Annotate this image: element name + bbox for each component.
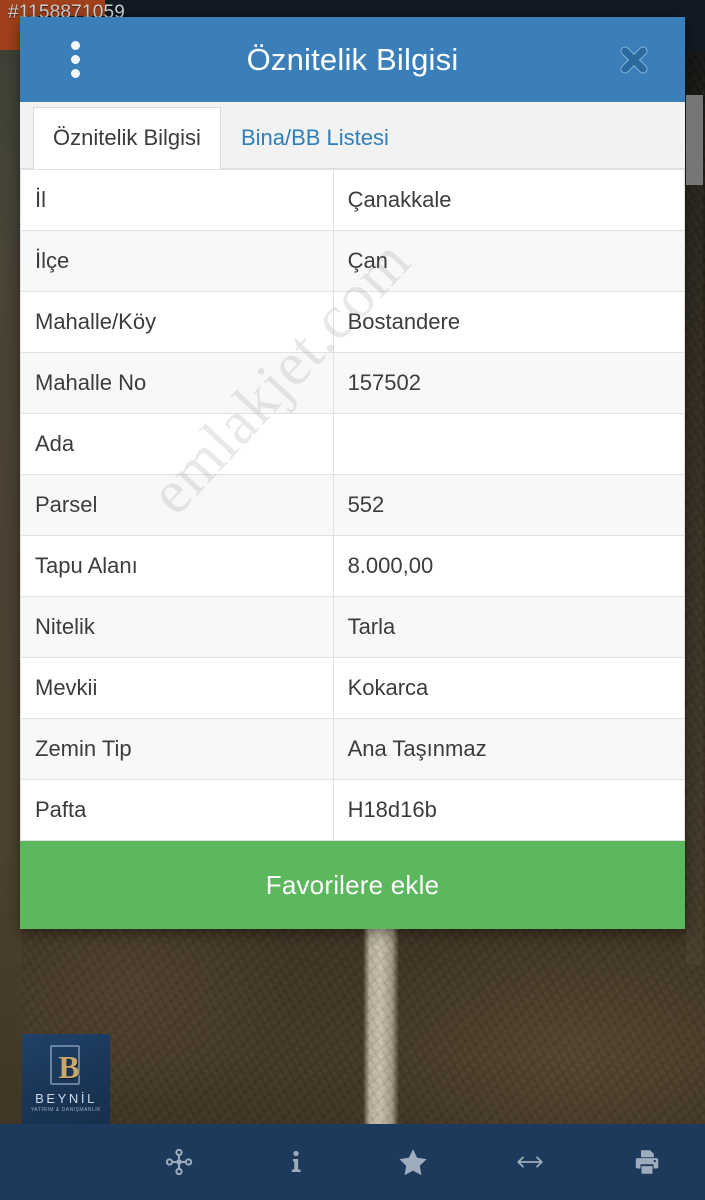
table-row: Tapu Alanı 8.000,00 (20, 535, 686, 597)
table-row: Mevkii Kokarca (20, 657, 686, 719)
row-label: Mahalle No (20, 352, 334, 414)
row-label: İl (20, 169, 334, 231)
dialog-scrollbar[interactable] (686, 95, 703, 965)
bottom-toolbar (0, 1124, 705, 1200)
star-icon[interactable] (354, 1124, 471, 1200)
tab-label: Bina/BB Listesi (240, 124, 389, 150)
measure-distance-icon[interactable] (471, 1124, 588, 1200)
row-label: Mahalle/Köy (20, 291, 334, 353)
dialog-header: Öznitelik Bilgisi (20, 17, 685, 102)
tab-bina-bb-listesi[interactable]: Bina/BB Listesi (221, 106, 409, 168)
table-row: Mahalle No 157502 (20, 352, 686, 414)
app-root: #1158871059 Öznitelik Bilgisi Öznitelik … (0, 0, 705, 1200)
table-row: Parsel 552 (20, 474, 686, 536)
table-row: Ada (20, 413, 686, 475)
add-to-favorites-button[interactable]: Favorilere ekle (20, 841, 685, 929)
brand-logo: B BEYNİL YATIRIM & DANIŞMANLIK (22, 1034, 110, 1124)
tab-label: Öznitelik Bilgisi (53, 125, 201, 150)
dialog-title: Öznitelik Bilgisi (246, 41, 459, 77)
row-value: Çan (332, 230, 686, 292)
attribute-table: İl Çanakkale İlçe Çan Mahalle/Köy Bostan… (20, 169, 686, 841)
info-icon[interactable] (237, 1124, 354, 1200)
table-row: Nitelik Tarla (20, 596, 686, 658)
brand-mark-icon: B (44, 1043, 88, 1089)
row-value: Ana Taşınmaz (332, 718, 686, 780)
brand-tagline: YATIRIM & DANIŞMANLIK (30, 1106, 102, 1113)
row-label: İlçe (20, 230, 334, 292)
row-value: 8.000,00 (332, 535, 686, 597)
row-label: Zemin Tip (20, 718, 334, 780)
toolbar-button-group (120, 1124, 705, 1200)
row-value: Kokarca (332, 657, 686, 719)
row-value: Çanakkale (332, 169, 686, 231)
row-value: Bostandere (332, 291, 686, 353)
crosshair-locate-icon[interactable] (120, 1124, 237, 1200)
row-value (332, 413, 686, 475)
print-icon[interactable] (588, 1124, 705, 1200)
row-label: Nitelik (20, 596, 334, 658)
row-value: H18d16b (332, 779, 686, 841)
table-row: İl Çanakkale (20, 169, 686, 231)
row-value: 552 (332, 474, 686, 536)
attribute-table-wrapper: İl Çanakkale İlçe Çan Mahalle/Köy Bostan… (20, 169, 686, 841)
row-label: Mevkii (20, 657, 334, 719)
kebab-menu-icon[interactable] (64, 38, 86, 82)
dialog-tabs: Öznitelik Bilgisi Bina/BB Listesi (20, 102, 685, 169)
table-row: İlçe Çan (20, 230, 686, 292)
row-label: Tapu Alanı (20, 535, 334, 597)
table-row: Pafta H18d16b (20, 779, 686, 841)
row-value: Tarla (332, 596, 686, 658)
table-row: Mahalle/Köy Bostandere (20, 291, 686, 353)
row-label: Pafta (20, 779, 334, 841)
tab-oznitelik-bilgisi[interactable]: Öznitelik Bilgisi (33, 107, 221, 169)
brand-letter: B (58, 1048, 80, 1085)
brand-name: BEYNİL (35, 1090, 97, 1106)
attribute-info-dialog: Öznitelik Bilgisi Öznitelik Bilgisi Bina… (20, 17, 703, 965)
row-label: Ada (20, 413, 334, 475)
table-row: Zemin Tip Ana Taşınmaz (20, 718, 686, 780)
map-left-strip (0, 50, 22, 1200)
row-label: Parsel (20, 474, 334, 536)
scrollbar-thumb[interactable] (686, 95, 703, 185)
close-icon[interactable] (613, 39, 655, 81)
row-value: 157502 (332, 352, 686, 414)
